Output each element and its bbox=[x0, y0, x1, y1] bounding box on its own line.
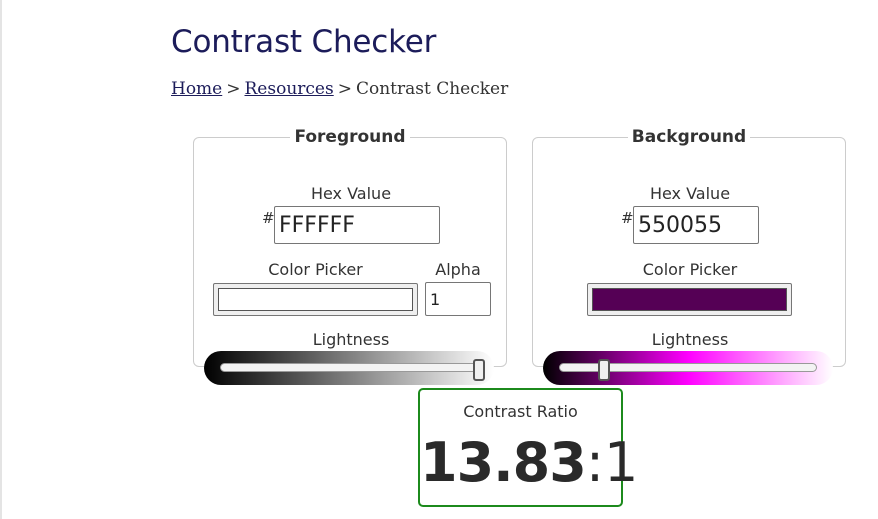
background-color-swatch bbox=[592, 288, 787, 311]
foreground-slider-thumb[interactable] bbox=[473, 359, 485, 381]
background-lightness-slider[interactable] bbox=[543, 351, 833, 385]
foreground-color-swatch bbox=[218, 288, 413, 311]
background-hex-label: Hex Value bbox=[649, 184, 731, 203]
foreground-lightness-slider[interactable] bbox=[204, 351, 494, 385]
alpha-input[interactable] bbox=[425, 282, 491, 316]
background-color-picker-label: Color Picker bbox=[642, 260, 738, 279]
breadcrumb-home-link[interactable]: Home bbox=[171, 79, 222, 99]
breadcrumb-current: Contrast Checker bbox=[355, 79, 509, 99]
contrast-ratio-value: 13.83:1 bbox=[420, 428, 638, 498]
breadcrumb-separator: > bbox=[226, 79, 241, 99]
breadcrumb-resources-link[interactable]: Resources bbox=[245, 79, 334, 99]
foreground-hex-input[interactable] bbox=[274, 206, 440, 244]
contrast-ratio-suffix: 1 bbox=[604, 431, 639, 494]
foreground-panel: Foreground Hex Value # Color Picker Alph… bbox=[193, 127, 507, 385]
contrast-ratio-number: 13.83 bbox=[420, 431, 587, 494]
alpha-label: Alpha bbox=[435, 260, 481, 279]
foreground-color-picker-label: Color Picker bbox=[268, 260, 363, 279]
contrast-ratio-box: Contrast Ratio 13.83:1 bbox=[418, 388, 638, 507]
breadcrumb: Home > Resources > Contrast Checker bbox=[171, 79, 508, 99]
background-slider-thumb[interactable] bbox=[597, 359, 610, 381]
foreground-color-picker[interactable] bbox=[213, 283, 418, 316]
contrast-ratio-colon: : bbox=[585, 431, 605, 494]
contrast-ratio-label: Contrast Ratio bbox=[463, 402, 578, 421]
background-color-picker[interactable] bbox=[587, 283, 792, 316]
background-lightness-label: Lightness bbox=[651, 330, 729, 349]
background-panel: Background Hex Value # Color Picker Ligh… bbox=[532, 127, 846, 385]
background-hex-input[interactable] bbox=[633, 206, 759, 244]
page-title: Contrast Checker bbox=[171, 24, 437, 60]
foreground-hex-label: Hex Value bbox=[310, 184, 392, 203]
background-legend: Background bbox=[631, 127, 747, 147]
foreground-legend: Foreground bbox=[294, 127, 406, 147]
foreground-lightness-label: Lightness bbox=[312, 330, 390, 349]
foreground-hash-symbol: # bbox=[262, 209, 275, 227]
breadcrumb-separator: > bbox=[337, 79, 352, 99]
page-left-border bbox=[0, 0, 2, 519]
foreground-slider-rail bbox=[220, 363, 478, 372]
background-hash-symbol: # bbox=[621, 209, 634, 227]
